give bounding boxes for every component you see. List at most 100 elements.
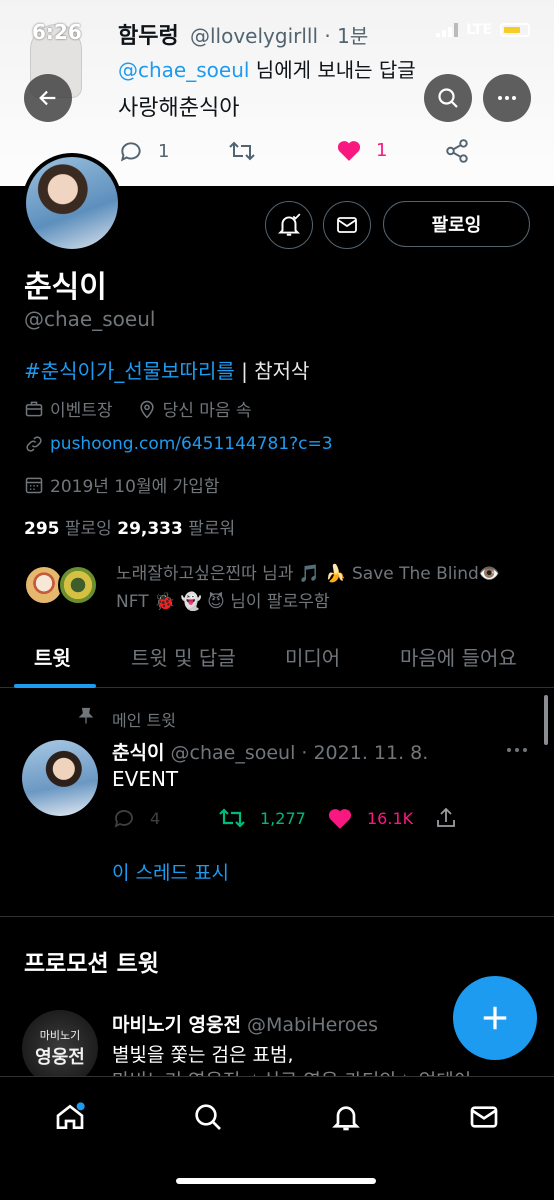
followers-count-link[interactable]: 29,333 팔로워 xyxy=(117,519,235,539)
profile-display-name: 춘식이 xyxy=(24,270,107,305)
profile-tabs: 트윗 트윗 및 답글 미디어 마음에 들어요 xyxy=(0,630,554,688)
notification-bell-button[interactable] xyxy=(265,201,313,249)
promoted-author-handle: @MabiHeroes xyxy=(240,1014,378,1036)
tweet-reply-button[interactable]: 4 xyxy=(112,806,160,830)
more-options-button[interactable] xyxy=(483,74,531,122)
reply-to-link[interactable]: @chae_soeul xyxy=(118,58,249,82)
nav-messages[interactable] xyxy=(464,1097,504,1137)
link-icon xyxy=(26,436,42,452)
profile-url-row: pushoong.com/6451144781?c=3 xyxy=(24,434,333,454)
tweet-retweet-button[interactable]: 1,277 xyxy=(218,806,306,830)
reply-suffix: 님에게 보내는 답글 xyxy=(249,58,416,82)
tweet-share-button[interactable] xyxy=(434,806,458,830)
reply-context: @chae_soeul 님에게 보내는 답글 xyxy=(118,54,416,83)
following-button[interactable]: 팔로잉 xyxy=(383,201,530,247)
share-icon xyxy=(446,139,468,163)
profile-joined-date: 2019년 10월에 가입함 xyxy=(50,477,220,497)
reply-like-button[interactable]: 1 xyxy=(336,138,387,162)
message-button[interactable] xyxy=(323,201,371,249)
reply-text: 사랑해춘식아 xyxy=(118,96,240,121)
home-indicator[interactable] xyxy=(176,1178,376,1184)
back-button[interactable] xyxy=(24,74,72,122)
promoted-section-title: 프로모션 트윗 xyxy=(24,951,159,977)
followers-count: 29,333 xyxy=(117,519,183,539)
promoted-author-avatar[interactable]: 마비노기 영웅전 xyxy=(22,1010,98,1086)
nav-notifications[interactable] xyxy=(326,1097,366,1137)
battery-icon xyxy=(500,23,530,37)
tweet-more-icon[interactable] xyxy=(505,744,529,756)
more-horizontal-icon xyxy=(498,96,516,100)
reply-share-button[interactable] xyxy=(444,138,470,169)
heart-filled-icon xyxy=(328,809,352,829)
tweet-author-name[interactable]: 춘식이 xyxy=(112,742,164,764)
reply-retweet-button[interactable] xyxy=(228,138,256,169)
comment-icon xyxy=(120,142,141,162)
promoted-tweet-header: 마비노기 영웅전 @MabiHeroes xyxy=(112,1010,378,1037)
bell-check-icon xyxy=(277,213,301,236)
reply-like-count: 1 xyxy=(376,139,388,161)
reply-reply-button[interactable]: 1 xyxy=(118,138,169,164)
bio-hashtag-link[interactable]: #춘식이가_선물보따리를 xyxy=(24,359,235,383)
reply-action-bar: 1 1 xyxy=(118,138,538,168)
reply-author-handle: @llovelygirlll · 1분 xyxy=(190,24,369,48)
network-label: LTE xyxy=(466,22,492,38)
tab-tweets-and-replies[interactable]: 트윗 및 답글 xyxy=(131,642,236,671)
nav-home[interactable] xyxy=(50,1097,90,1137)
followers-label: 팔로워 xyxy=(182,519,236,539)
envelope-icon xyxy=(337,217,357,233)
followed-by-line: 노래잘하고싶은찐따 님과 🎵 🍌 Save The Blind👁️ xyxy=(116,564,500,584)
promo-avatar-text: 영웅전 xyxy=(35,1047,85,1068)
tab-media[interactable]: 미디어 xyxy=(285,642,340,671)
envelope-icon xyxy=(470,1106,498,1128)
tweet-reply-count: 4 xyxy=(150,808,161,828)
retweet-icon xyxy=(229,141,255,161)
profile-bio: #춘식이가_선물보따리를 | 참저삭 xyxy=(24,355,309,384)
plus-icon xyxy=(483,1006,507,1030)
follow-counts: 295 팔로잉 29,333 팔로워 xyxy=(24,514,235,539)
following-count-link[interactable]: 295 팔로잉 xyxy=(24,519,117,539)
compose-tweet-button[interactable] xyxy=(453,976,537,1060)
status-indicators: LTE xyxy=(436,22,530,38)
followed-by-text[interactable]: 노래잘하고싶은찐따 님과 🎵 🍌 Save The Blind👁️ NFT 🐞 … xyxy=(116,560,536,616)
tab-likes[interactable]: 마음에 들어요 xyxy=(400,642,517,671)
comment-icon xyxy=(114,810,133,828)
tweet-author-avatar[interactable] xyxy=(22,740,98,816)
active-tab-indicator xyxy=(14,684,96,688)
following-count: 295 xyxy=(24,519,60,539)
scrollbar[interactable] xyxy=(544,695,548,745)
heart-filled-icon xyxy=(337,141,361,161)
search-icon xyxy=(438,88,458,108)
profile-handle: @chae_soeul xyxy=(24,307,156,331)
tweet-handle-date: @chae_soeul · 2021. 11. 8. xyxy=(164,742,429,764)
reply-reply-count: 1 xyxy=(158,140,170,162)
show-thread-link[interactable]: 이 스레드 표시 xyxy=(112,858,229,885)
signal-icon xyxy=(436,23,459,37)
tweet-like-button[interactable]: 16.1K xyxy=(327,806,413,830)
followed-by-line: NFT 🐞 👻 😈 님이 팔로우함 xyxy=(116,592,330,612)
retweet-icon xyxy=(219,808,245,828)
search-button[interactable] xyxy=(424,74,472,122)
followed-by-avatars[interactable] xyxy=(24,565,114,615)
arrow-left-icon xyxy=(39,90,56,106)
search-icon xyxy=(195,1104,221,1130)
follower-avatar xyxy=(58,565,98,605)
promoted-tweet-text: 별빛을 쫓는 검은 표범, xyxy=(112,1044,294,1066)
profile-meta-row: 이벤트장 당신 마음 속 xyxy=(24,396,252,421)
following-label: 팔로잉 xyxy=(59,519,118,539)
profile-category: 이벤트장 xyxy=(50,401,113,421)
home-icon xyxy=(56,1102,85,1129)
pin-icon xyxy=(78,707,94,724)
status-time: 6:26 xyxy=(32,20,82,44)
profile-url-link[interactable]: pushoong.com/6451144781?c=3 xyxy=(50,434,333,454)
tweet-header: 춘식이 @chae_soeul · 2021. 11. 8. xyxy=(112,738,428,765)
tweet-text: EVENT xyxy=(112,767,179,791)
share-upload-icon xyxy=(437,807,455,827)
divider xyxy=(0,916,554,917)
profile-avatar[interactable] xyxy=(22,153,122,253)
pinned-label: 메인 트윗 xyxy=(112,711,176,730)
briefcase-icon xyxy=(25,401,43,416)
tweet-like-count: 16.1K xyxy=(367,808,414,828)
promoted-author-name[interactable]: 마비노기 영웅전 xyxy=(112,1014,241,1036)
nav-search[interactable] xyxy=(188,1097,228,1137)
tab-tweets[interactable]: 트윗 xyxy=(34,642,71,671)
